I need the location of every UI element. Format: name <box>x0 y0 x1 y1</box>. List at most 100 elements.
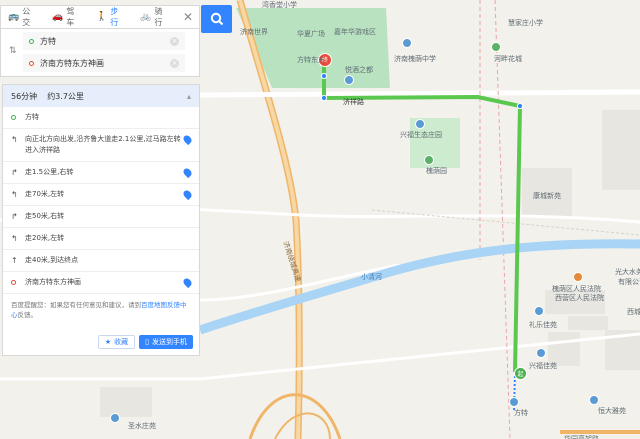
mode-car[interactable]: 🚗 驾车 <box>45 6 89 28</box>
step-item[interactable]: ↱ 走1.5公里,右转 <box>3 162 199 184</box>
favorite-label: 收藏 <box>114 338 129 346</box>
turn-left-icon: ↰ <box>11 234 18 243</box>
mode-bike[interactable]: 🚲 骑行 <box>133 6 177 28</box>
step-item[interactable]: ↰ 走20米,左转 <box>3 228 199 250</box>
block <box>602 110 640 190</box>
end-dot-icon <box>11 277 25 288</box>
step-text: 走50米,右转 <box>25 212 65 220</box>
mode-bus-label: 公交 <box>22 7 31 27</box>
close-icon[interactable]: ✕ <box>177 10 199 24</box>
route-duration: 56分钟 <box>11 91 38 101</box>
start-dot-icon <box>11 112 25 123</box>
step-text: 走20米,左转 <box>25 234 65 242</box>
step-item[interactable]: ↰ 走70米,左转 <box>3 184 199 206</box>
note-prefix: 百度提醒您：如果您有任何意见和建议，请到 <box>11 301 141 309</box>
poi-marker[interactable] <box>491 42 501 52</box>
straight-icon: ↑ <box>11 256 18 265</box>
map-label: 兴福佳苑 <box>529 362 557 370</box>
map-label: 济祥路 <box>343 98 364 106</box>
turn-right-icon: ↱ <box>11 212 18 221</box>
start-dot-icon <box>29 38 34 44</box>
route-start-pin[interactable]: 起 <box>514 367 527 380</box>
map-label: 华园高架路 <box>564 435 599 439</box>
map-label: 悦酒之都 <box>345 66 373 74</box>
collapse-icon[interactable]: ▴ <box>187 92 191 101</box>
step-item[interactable]: 方特 <box>3 107 199 129</box>
map-label: 方特东方 <box>297 56 325 64</box>
map-label: 河畔花城 <box>494 55 522 63</box>
mode-walk-label: 步行 <box>110 7 119 27</box>
map-label: 有限公司 <box>618 278 640 286</box>
mode-bike-label: 骑行 <box>154 7 163 27</box>
bike-icon: 🚲 <box>140 12 152 22</box>
route-node <box>516 102 524 110</box>
step-text: 走40米,到达终点 <box>25 256 79 264</box>
map-label: 西营区人民法院 <box>555 294 604 302</box>
poi-marker[interactable] <box>424 155 434 165</box>
favorite-button[interactable]: ★ 收藏 <box>97 335 136 349</box>
search-icon <box>210 12 223 26</box>
send-to-phone-button[interactable]: ▯ 发送到手机 <box>139 335 193 349</box>
turn-left-icon: ↰ <box>11 190 18 199</box>
mode-bus[interactable]: 🚌 公交 <box>1 6 45 28</box>
route-node <box>320 72 328 80</box>
search-button[interactable] <box>201 5 232 33</box>
note-suffix: 反馈。 <box>17 311 38 319</box>
step-text: 方特 <box>25 113 39 121</box>
map-label: 方特 <box>514 409 528 417</box>
clear-end-icon[interactable]: × <box>170 58 179 68</box>
walk-icon: 🚶 <box>96 12 108 22</box>
directions-panel: 56分钟 约3.7公里 ▴ 方特 ↰ 向正北方向出发,沿齐鲁大道走2.1公里,过… <box>2 84 200 356</box>
map-label: 慧家庄小学 <box>508 19 543 27</box>
map-label: 嘉年华游戏区 <box>334 28 376 36</box>
step-item[interactable]: ↰ 向正北方向出发,沿齐鲁大道走2.1公里,过马路左转进入济祥路 <box>3 129 199 162</box>
start-value[interactable]: 方特 <box>40 36 164 47</box>
step-item[interactable]: ↱ 走50米,右转 <box>3 206 199 228</box>
car-icon: 🚗 <box>52 12 64 22</box>
map-label: 圣水庄苑 <box>128 422 156 430</box>
poi-marker[interactable] <box>589 395 599 405</box>
send-label: 发送到手机 <box>152 338 187 346</box>
poi-marker[interactable] <box>110 413 120 423</box>
mode-walk[interactable]: 🚶 步行 <box>89 6 133 28</box>
poi-marker[interactable] <box>402 38 412 48</box>
map-label: 济南槐荫中学 <box>394 55 436 63</box>
block <box>568 316 608 330</box>
phone-icon: ▯ <box>145 338 149 346</box>
poi-marker[interactable] <box>415 119 425 129</box>
map-label: 兴福生态庄园 <box>400 131 442 139</box>
block <box>100 387 152 417</box>
map-label: 恒大雅苑 <box>598 407 626 415</box>
map-label: 华夏广场 <box>297 30 325 38</box>
turn-left-icon: ↰ <box>11 135 18 144</box>
step-text: 济南方特东方神画 <box>25 278 81 286</box>
step-item[interactable]: ↑ 走40米,到达终点 <box>3 250 199 272</box>
swap-icon[interactable]: ⇅ <box>9 46 17 56</box>
road <box>494 0 511 439</box>
bus-icon: 🚌 <box>8 12 20 22</box>
turn-right-icon: ↱ <box>11 168 18 177</box>
panel-actions: ★ 收藏 ▯ 发送到手机 <box>3 335 199 349</box>
map-label: 礼乐佳苑 <box>529 321 557 329</box>
poi-marker[interactable] <box>536 348 546 358</box>
step-text: 走70米,左转 <box>25 190 65 198</box>
mode-car-label: 驾车 <box>66 7 75 27</box>
end-value[interactable]: 济南方特东方神画 <box>40 58 164 69</box>
end-dot-icon <box>29 60 34 66</box>
road <box>199 89 640 98</box>
clear-start-icon[interactable]: × <box>170 36 179 46</box>
route-distance: 约3.7公里 <box>47 91 84 101</box>
poi-marker[interactable] <box>509 397 519 407</box>
poi-marker[interactable] <box>573 272 583 282</box>
road <box>371 209 640 236</box>
step-text: 向正北方向出发,沿齐鲁大道走2.1公里,过马路左转进入济祥路 <box>25 135 181 154</box>
poi-marker[interactable] <box>344 75 354 85</box>
step-item[interactable]: 济南方特东方神画 <box>3 272 199 294</box>
poi-marker[interactable] <box>534 306 544 316</box>
end-field[interactable]: 济南方特东方神画 × <box>23 54 185 72</box>
map-label: 湾香堂小学 <box>262 1 297 9</box>
start-field[interactable]: 方特 × <box>23 32 185 50</box>
route-summary[interactable]: 56分钟 约3.7公里 ▴ <box>3 85 199 107</box>
route-inputs: ⇅ 方特 × 济南方特东方神画 × <box>0 29 200 77</box>
feedback-note: 百度提醒您：如果您有任何意见和建议，请到百度地图反馈中心反馈。 <box>3 294 199 326</box>
